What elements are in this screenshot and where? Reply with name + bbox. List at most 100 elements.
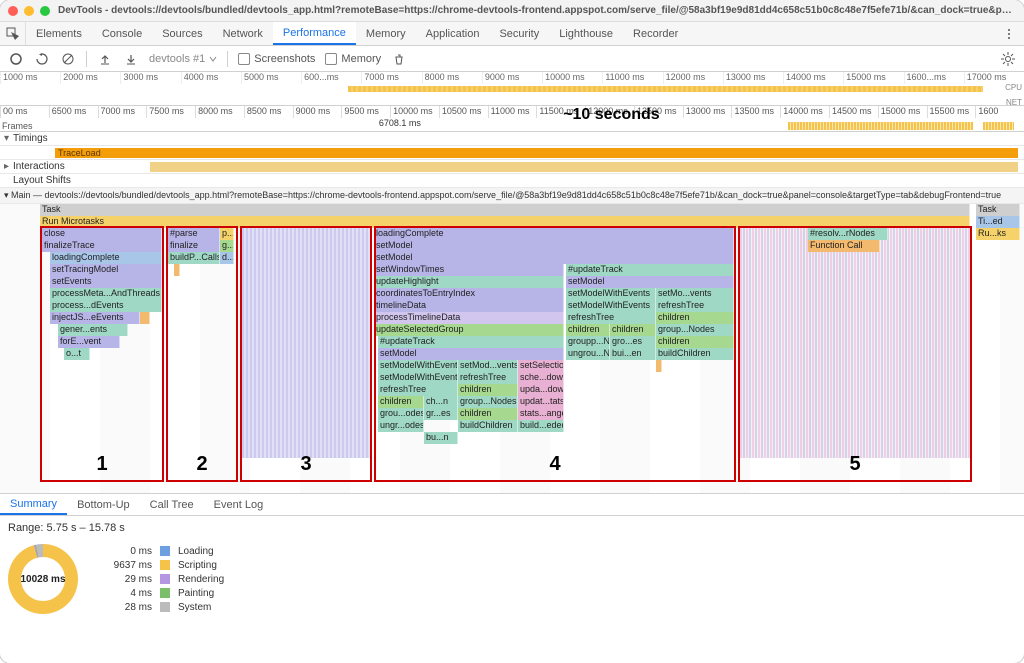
flame-bar[interactable]: group...Nodes	[458, 396, 518, 408]
flame-bar[interactable]: setModel	[374, 240, 734, 252]
flame-bar[interactable]: gr...es	[424, 408, 458, 420]
flame-bar[interactable]: bu...n	[424, 432, 458, 444]
memory-checkbox[interactable]: Memory	[325, 53, 381, 65]
upload-trace-button[interactable]	[97, 51, 113, 67]
flame-bar[interactable]: #resolv...rNodes	[808, 228, 888, 240]
flame-bar[interactable]: refreshTree	[656, 300, 734, 312]
flame-dense-block[interactable]	[242, 228, 370, 458]
flame-bar[interactable]: refreshTree	[458, 372, 518, 384]
flame-chart[interactable]: Task Run Microtasks Task Ti...ed Ru...ks…	[0, 204, 1024, 494]
interactions-section[interactable]: ▸ Interactions	[0, 160, 1024, 174]
flame-bar[interactable]: setMo...vents	[656, 288, 734, 300]
flame-bar[interactable]: buildChildren	[656, 348, 734, 360]
timeline-overview[interactable]: 1000 ms2000 ms3000 ms4000 ms5000 ms600..…	[0, 72, 1024, 106]
flame-bar[interactable]: sche...dow	[518, 372, 564, 384]
flame-bar[interactable]: gener...ents	[58, 324, 128, 336]
flame-bar[interactable]	[140, 312, 150, 324]
tab-security[interactable]: Security	[489, 22, 549, 45]
inspect-icon[interactable]	[0, 22, 26, 45]
flame-bar[interactable]: ungr...odes	[378, 420, 424, 432]
flame-bar[interactable]: gro...es	[610, 336, 656, 348]
flame-bar[interactable]: setModel	[374, 252, 734, 264]
flame-bar[interactable]: setEvents	[50, 276, 162, 288]
flame-bar[interactable]: forE...vent	[58, 336, 120, 348]
flame-bar[interactable]: #updateTrack	[566, 264, 734, 276]
flame-bar[interactable]: setWindowTimes	[374, 264, 564, 276]
flame-bar[interactable]: setModelWithEvents	[378, 360, 458, 372]
flame-bar[interactable]: children	[610, 324, 656, 336]
flame-bar[interactable]: children	[566, 324, 610, 336]
flame-bar[interactable]: injectJS...eEvents	[50, 312, 140, 324]
flame-bar[interactable]: setModelWithEvents	[566, 300, 656, 312]
dtab-summary[interactable]: Summary	[0, 494, 67, 515]
download-trace-button[interactable]	[123, 51, 139, 67]
flame-bar[interactable]: children	[656, 312, 734, 324]
flame-bar[interactable]	[174, 264, 180, 276]
flame-bar[interactable]: close	[42, 228, 162, 240]
flame-bar[interactable]: Function Call	[808, 240, 880, 252]
flame-bar[interactable]: setModelWithEvents	[378, 372, 458, 384]
flame-bar[interactable]: Task	[40, 204, 970, 216]
flame-bar[interactable]: children	[458, 408, 518, 420]
flame-bar[interactable]: loadingComplete	[50, 252, 162, 264]
tab-recorder[interactable]: Recorder	[623, 22, 688, 45]
flame-bar[interactable]: setModel	[378, 348, 564, 360]
flame-bar[interactable]: coordinatesToEntryIndex	[374, 288, 564, 300]
clear-button[interactable]	[60, 51, 76, 67]
close-window-icon[interactable]	[8, 6, 18, 16]
record-button[interactable]	[8, 51, 24, 67]
flame-dense-block[interactable]	[740, 228, 970, 458]
flame-bar[interactable]: setSelection	[518, 360, 564, 372]
dtab-bottom-up[interactable]: Bottom-Up	[67, 494, 140, 515]
reload-record-button[interactable]	[34, 51, 50, 67]
tab-lighthouse[interactable]: Lighthouse	[549, 22, 623, 45]
tab-elements[interactable]: Elements	[26, 22, 92, 45]
flame-bar[interactable]: o...t	[64, 348, 90, 360]
main-thread-header[interactable]: ▾ Main — devtools://devtools/bundled/dev…	[0, 188, 1024, 204]
traceload-row[interactable]: TraceLoad	[0, 146, 1024, 160]
flame-bar[interactable]: buildChildren	[458, 420, 518, 432]
flame-bar[interactable]: Task	[976, 204, 1020, 216]
flame-bar[interactable]: updateHighlight	[374, 276, 564, 288]
minimize-window-icon[interactable]	[24, 6, 34, 16]
tab-network[interactable]: Network	[213, 22, 273, 45]
flame-bar[interactable]: g...	[220, 240, 234, 252]
tab-application[interactable]: Application	[416, 22, 490, 45]
flame-bar[interactable]: buildP...Calls	[168, 252, 220, 264]
tab-console[interactable]: Console	[92, 22, 152, 45]
flame-bar[interactable]: loadingComplete	[374, 228, 734, 240]
flame-bar[interactable]: groupp...Nodes	[566, 336, 610, 348]
timings-section[interactable]: ▾ Timings	[0, 132, 1024, 146]
flame-bar[interactable]: children	[458, 384, 518, 396]
flame-bar[interactable]: setMod...vents	[458, 360, 518, 372]
flame-bar[interactable]: grou...odes	[378, 408, 424, 420]
flame-bar[interactable]: #parse	[168, 228, 220, 240]
flame-bar[interactable]: d...	[220, 252, 234, 264]
flame-bar[interactable]: process...dEvents	[50, 300, 162, 312]
flame-bar[interactable]: finalizeTrace	[42, 240, 162, 252]
main-ruler[interactable]: 00 ms6500 ms7000 ms7500 ms8000 ms8500 ms…	[0, 106, 1024, 132]
flame-bar[interactable]: children	[378, 396, 424, 408]
tab-performance[interactable]: Performance	[273, 22, 356, 45]
flame-bar[interactable]: finalize	[168, 240, 220, 252]
garbage-collect-button[interactable]	[391, 51, 407, 67]
tab-memory[interactable]: Memory	[356, 22, 416, 45]
dtab-call-tree[interactable]: Call Tree	[140, 494, 204, 515]
screenshots-checkbox[interactable]: Screenshots	[238, 53, 315, 65]
flame-bar[interactable]: updateSelectedGroup	[374, 324, 564, 336]
flame-bar[interactable]: timelineData	[374, 300, 564, 312]
flame-bar[interactable]: setModelWithEvents	[566, 288, 656, 300]
zoom-window-icon[interactable]	[40, 6, 50, 16]
flame-bar[interactable]: refreshTree	[378, 384, 458, 396]
flame-bar[interactable]: upda...dow	[518, 384, 564, 396]
tab-sources[interactable]: Sources	[152, 22, 212, 45]
flame-bar[interactable]: bui...en	[610, 348, 656, 360]
flame-bar[interactable]: Ru...ks	[976, 228, 1020, 240]
dtab-event-log[interactable]: Event Log	[204, 494, 274, 515]
flame-bar[interactable]: updat...tats	[518, 396, 564, 408]
flame-bar[interactable]: setModel	[566, 276, 734, 288]
flame-bar[interactable]: children	[656, 336, 734, 348]
flame-bar[interactable]: p...	[220, 228, 234, 240]
flame-bar[interactable]: Ti...ed	[976, 216, 1020, 228]
flame-bar[interactable]: processTimelineData	[374, 312, 564, 324]
